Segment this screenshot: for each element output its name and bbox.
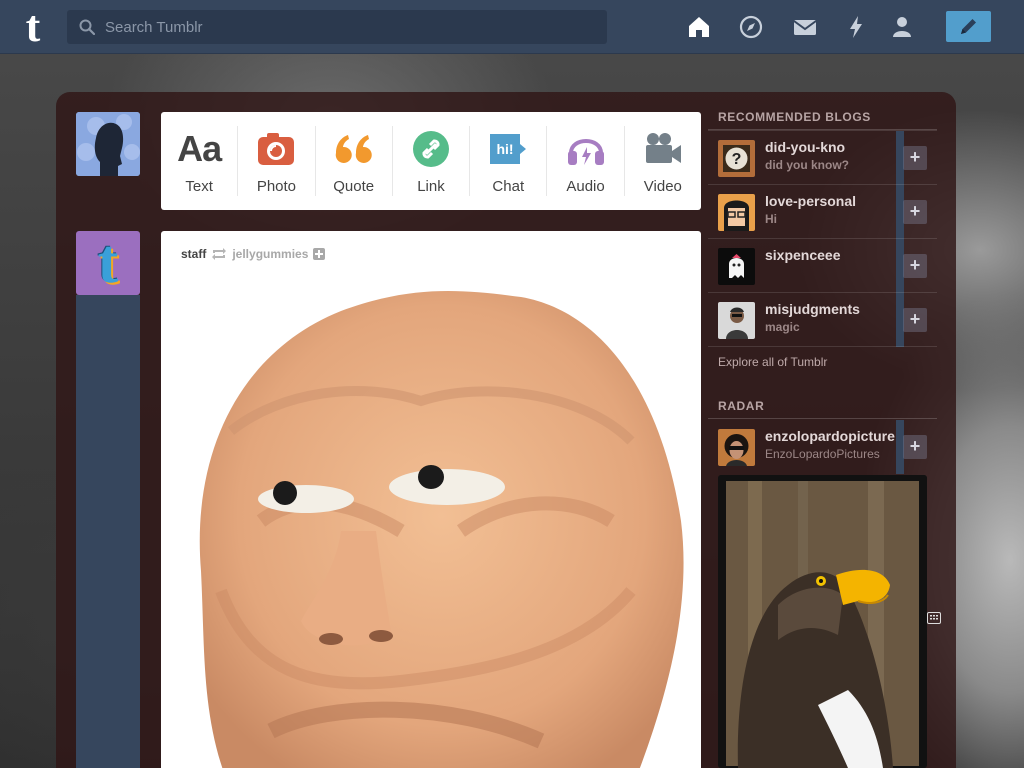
- link-icon: [393, 128, 469, 170]
- post-type-audio[interactable]: Audio: [547, 126, 625, 196]
- avatar-column: [76, 295, 140, 768]
- radar-photo[interactable]: [718, 475, 927, 768]
- recommended-blog-row[interactable]: misjudgments magic +: [708, 292, 937, 347]
- blog-avatar: [718, 194, 755, 231]
- post-photo: [199, 290, 684, 768]
- keyboard-shortcuts-icon[interactable]: [927, 612, 941, 624]
- question-mark-icon: ?: [718, 140, 755, 177]
- follow-button[interactable]: +: [903, 308, 927, 332]
- svg-text:hi!: hi!: [497, 141, 514, 157]
- blog-name[interactable]: sixpenceee: [765, 247, 841, 263]
- dashboard-post: staff jellygummies: [161, 231, 701, 768]
- top-navbar: t: [0, 0, 1024, 54]
- post-type-label: Chat: [492, 178, 525, 195]
- reblog-icon: [212, 248, 227, 260]
- pencil-icon: [961, 19, 976, 34]
- post-type-chat[interactable]: hi! Chat: [470, 126, 548, 196]
- blog-title: EnzoLopardoPictures: [765, 447, 880, 461]
- activity-icon[interactable]: [842, 13, 870, 41]
- reblogged-from-link[interactable]: jellygummies: [232, 247, 308, 261]
- video-icon: [625, 128, 701, 170]
- post-type-link[interactable]: Link: [393, 126, 471, 196]
- recommended-blog-row[interactable]: ? did-you-kno did you know? +: [708, 130, 937, 185]
- post-type-video[interactable]: Video: [625, 126, 701, 196]
- search-input[interactable]: [105, 10, 595, 44]
- follow-plus-icon[interactable]: [313, 248, 326, 260]
- recommended-blogs-title: RECOMMENDED BLOGS: [718, 110, 871, 124]
- right-sidebar: RECOMMENDED BLOGS ? did-you-kno did you …: [708, 92, 938, 768]
- chat-icon: hi!: [470, 128, 546, 170]
- post-type-photo[interactable]: Photo: [238, 126, 316, 196]
- blog-avatar: [718, 429, 755, 466]
- blog-avatar: ?: [718, 140, 755, 177]
- home-icon[interactable]: [685, 13, 713, 41]
- blog-avatar: [718, 302, 755, 339]
- follow-button[interactable]: +: [903, 254, 927, 278]
- account-icon[interactable]: [888, 13, 916, 41]
- quote-icon: [316, 128, 392, 170]
- blog-avatar: [718, 248, 755, 285]
- post-type-label: Photo: [256, 178, 297, 195]
- blog-name[interactable]: misjudgments: [765, 301, 860, 317]
- post-type-label: Text: [185, 178, 213, 195]
- post-author-avatar[interactable]: t: [76, 231, 140, 295]
- search-box[interactable]: [67, 10, 607, 44]
- blog-title: magic: [765, 320, 800, 334]
- compose-button[interactable]: [946, 11, 991, 42]
- post-author-link[interactable]: staff: [181, 247, 206, 261]
- radar-title: RADAR: [718, 399, 765, 413]
- silhouette-icon: [76, 112, 140, 176]
- recommended-blog-row[interactable]: love-personal Hi +: [708, 184, 937, 239]
- explore-icon[interactable]: [737, 13, 765, 41]
- user-avatar[interactable]: [76, 112, 140, 176]
- follow-button[interactable]: +: [903, 435, 927, 459]
- post-type-label: Audio: [566, 178, 605, 195]
- follow-button[interactable]: +: [903, 200, 927, 224]
- blog-title: did you know?: [765, 158, 849, 172]
- radar-blog-row[interactable]: enzolopardopicture EnzoLopardoPictures +: [708, 420, 937, 474]
- photo-icon: [238, 128, 314, 170]
- divider: [708, 346, 937, 347]
- tumblr-staff-logo: t: [97, 231, 119, 295]
- divider: [708, 418, 937, 419]
- eagle-image: [718, 475, 927, 768]
- blog-name[interactable]: did-you-kno: [765, 139, 845, 155]
- post-type-bar: Aa Text Photo Quote Link hi! Chat Audio: [161, 112, 701, 210]
- post-type-label: Link: [417, 178, 445, 195]
- text-icon: Aa: [177, 128, 222, 169]
- inbox-icon[interactable]: [791, 13, 819, 41]
- audio-icon: [547, 128, 623, 170]
- post-header: staff jellygummies: [181, 247, 326, 261]
- post-type-text[interactable]: Aa Text: [161, 126, 239, 196]
- follow-button[interactable]: +: [903, 146, 927, 170]
- post-type-quote[interactable]: Quote: [316, 126, 393, 196]
- recommended-blog-row[interactable]: sixpenceee +: [708, 238, 937, 293]
- blog-title: Hi: [765, 212, 777, 226]
- explore-link[interactable]: Explore all of Tumblr: [718, 355, 827, 369]
- post-type-label: Video: [643, 178, 682, 195]
- blog-name[interactable]: love-personal: [765, 193, 856, 209]
- svg-text:?: ?: [732, 151, 742, 168]
- search-icon: [79, 19, 95, 35]
- post-type-label: Quote: [333, 178, 375, 195]
- blog-name[interactable]: enzolopardopicture: [765, 428, 895, 444]
- tumblr-logo[interactable]: t: [16, 5, 50, 49]
